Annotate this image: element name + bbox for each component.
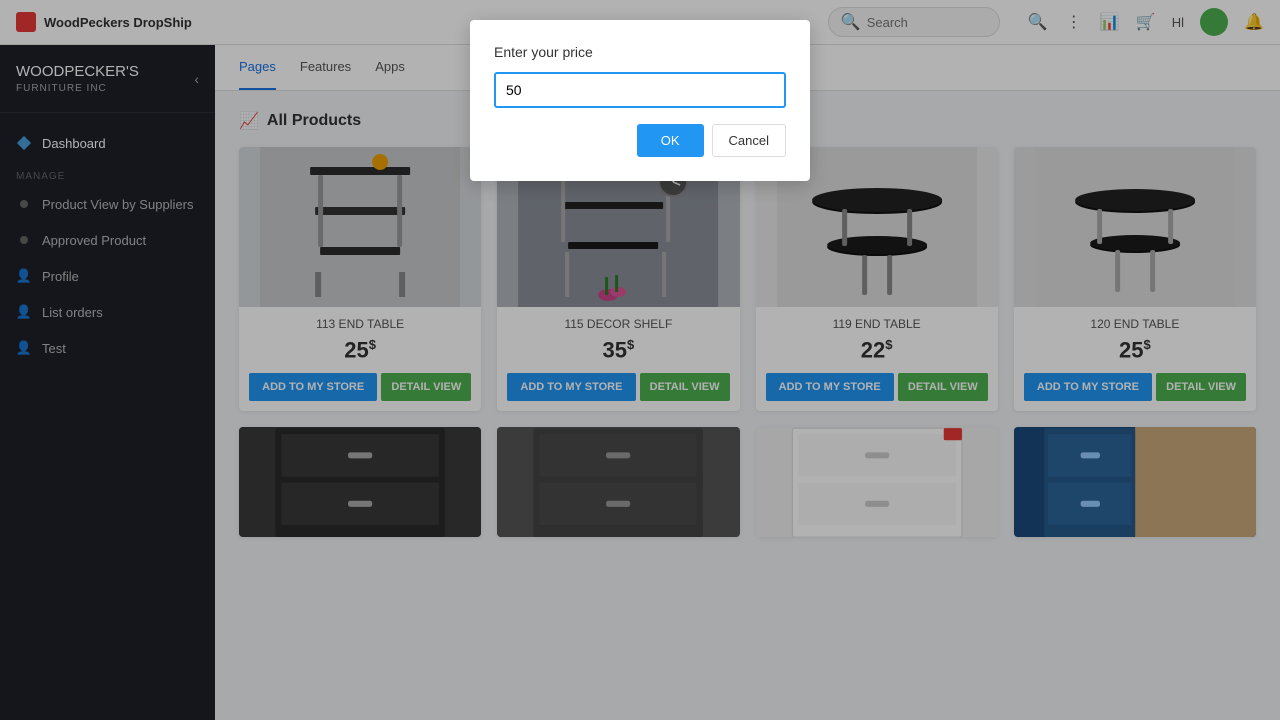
modal-ok-button[interactable]: OK bbox=[637, 124, 704, 157]
modal-overlay: Enter your price OK Cancel bbox=[0, 0, 1280, 720]
modal-title: Enter your price bbox=[494, 44, 786, 60]
modal-actions: OK Cancel bbox=[494, 124, 786, 157]
price-input[interactable] bbox=[494, 72, 786, 108]
modal-cancel-button[interactable]: Cancel bbox=[712, 124, 786, 157]
price-modal: Enter your price OK Cancel bbox=[470, 20, 810, 181]
